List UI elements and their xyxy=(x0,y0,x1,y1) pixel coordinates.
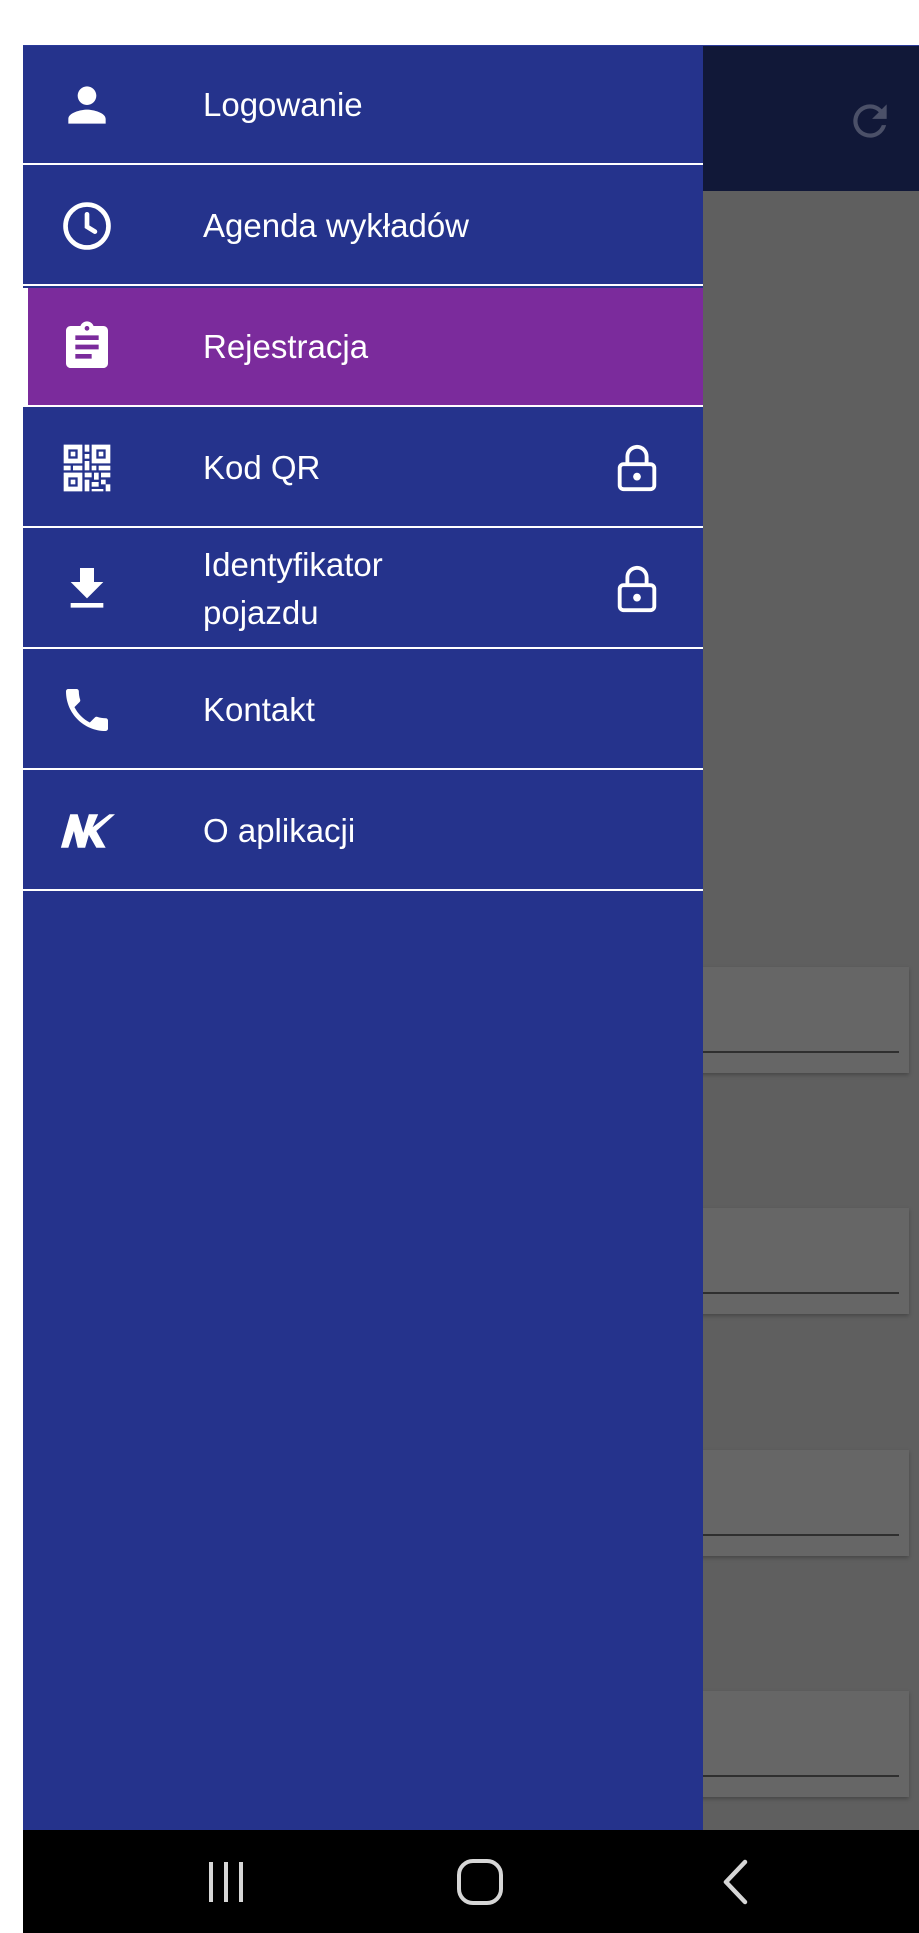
refresh-icon[interactable] xyxy=(845,96,895,146)
menu-item-kontakt[interactable]: Kontakt xyxy=(23,651,703,770)
lock-icon xyxy=(617,444,657,491)
menu-item-label: Logowanie xyxy=(203,85,363,123)
app-logo-icon xyxy=(59,803,115,859)
lock-icon xyxy=(617,565,657,612)
menu-item-label: Rejestracja xyxy=(203,327,369,365)
menu-item-label: Kod QR xyxy=(203,448,321,486)
menu-item-label: Kontakt xyxy=(203,690,315,728)
menu-item-agenda[interactable]: Agenda wykładów xyxy=(23,167,703,286)
download-icon xyxy=(59,561,115,617)
clipboard-icon xyxy=(59,319,115,375)
recent-apps-icon[interactable] xyxy=(196,1854,256,1910)
phone-icon xyxy=(59,682,115,738)
back-icon[interactable] xyxy=(705,1854,765,1910)
system-navigation-bar xyxy=(23,1830,919,1933)
menu-item-o-aplikacji[interactable]: O aplikacji xyxy=(23,772,703,891)
person-icon xyxy=(59,77,115,133)
navigation-drawer: Logowanie Agenda wykładów Rejestracja Ko… xyxy=(23,46,703,1830)
menu-item-rejestracja[interactable]: Rejestracja xyxy=(23,288,703,407)
menu-item-label: O aplikacji xyxy=(203,811,356,849)
menu-item-logowanie[interactable]: Logowanie xyxy=(23,46,703,165)
qr-code-icon xyxy=(59,440,115,496)
home-icon[interactable] xyxy=(450,1854,510,1910)
menu-item-kod-qr[interactable]: Kod QR xyxy=(23,409,703,528)
menu-item-identyfikator-pojazdu[interactable]: Identyfikator pojazdu xyxy=(23,530,703,649)
menu-item-label: Agenda wykładów xyxy=(203,206,469,244)
app-screen: Logowanie Agenda wykładów Rejestracja Ko… xyxy=(23,46,919,1933)
menu-item-label: Identyfikator pojazdu xyxy=(203,545,383,631)
clock-icon xyxy=(59,198,115,254)
